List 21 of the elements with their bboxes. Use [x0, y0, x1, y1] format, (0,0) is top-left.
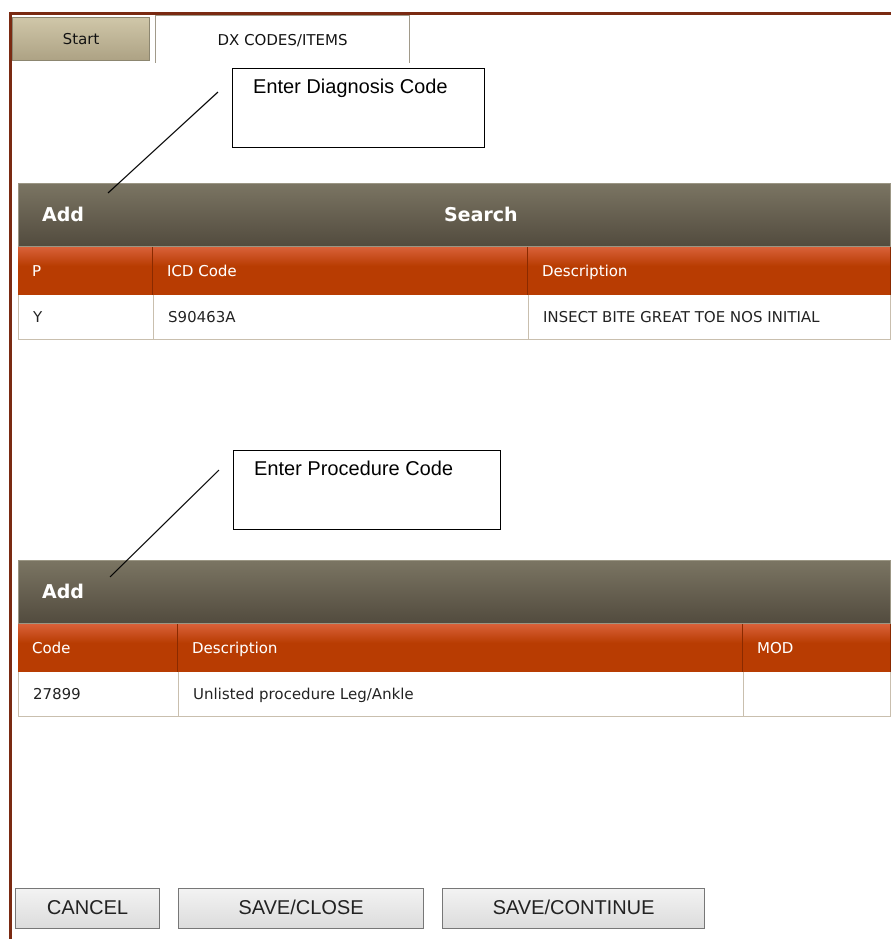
action-button[interactable]: SAVE/CLOSE: [178, 888, 424, 929]
column-header: Description: [528, 247, 891, 295]
table-cell: S90463A: [154, 295, 529, 339]
action-button[interactable]: SAVE/CONTINUE: [442, 888, 705, 929]
callout-box: Enter Diagnosis Code: [232, 68, 485, 148]
column-header: P: [18, 247, 153, 295]
add-label[interactable]: Add: [42, 204, 84, 226]
table-cell: 27899: [19, 672, 179, 716]
add-label[interactable]: Add: [42, 581, 84, 603]
callout-box: Enter Procedure Code: [233, 450, 501, 530]
tab[interactable]: Start: [12, 17, 150, 61]
tab[interactable]: DX CODES/ITEMS: [155, 15, 410, 63]
table-cell: Unlisted procedure Leg/Ankle: [179, 672, 744, 716]
column-header: MOD: [743, 624, 891, 672]
search-label[interactable]: Search: [444, 204, 518, 226]
column-header: ICD Code: [153, 247, 528, 295]
table-cell: INSECT BITE GREAT TOE NOS INITIAL: [529, 295, 891, 339]
table-cell: Y: [19, 295, 154, 339]
column-header: Code: [18, 624, 178, 672]
action-button[interactable]: CANCEL: [15, 888, 160, 929]
column-header: Description: [178, 624, 743, 672]
